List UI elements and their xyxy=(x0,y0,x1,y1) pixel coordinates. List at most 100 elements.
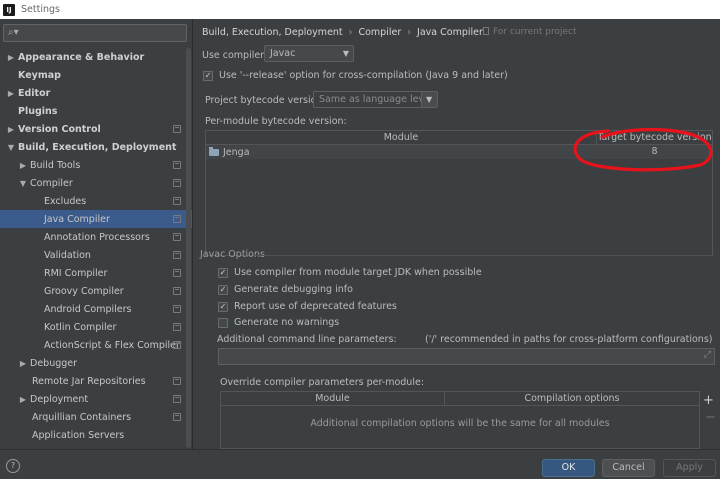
search-icon: ⌕▾ xyxy=(8,27,19,38)
expand-right-icon[interactable]: ▶ xyxy=(18,359,28,368)
project-settings-icon xyxy=(173,233,181,241)
breadcrumb-separator: › xyxy=(348,27,353,38)
sidebar-item-label: Plugins xyxy=(18,105,58,117)
additional-params-input[interactable]: ⤢ xyxy=(218,348,715,365)
sidebar-item[interactable]: ▶ Debugger xyxy=(0,354,192,372)
bytecode-version-label: Project bytecode version: xyxy=(205,95,326,106)
sidebar-item[interactable]: Annotation Processors xyxy=(0,228,192,246)
release-option-label: Use '--release' option for cross-compila… xyxy=(219,70,508,81)
search-input[interactable]: ⌕▾ xyxy=(3,24,187,42)
sidebar-item-label: Compiler xyxy=(30,177,73,189)
column-header-module[interactable]: Module xyxy=(221,392,445,405)
breadcrumb: Build, Execution, Deployment › Compiler … xyxy=(202,27,483,38)
apply-button[interactable]: Apply xyxy=(663,459,716,477)
sidebar-item[interactable]: Application Servers xyxy=(0,426,192,444)
module-cell: Jenga xyxy=(206,145,597,159)
sidebar-item-label: Application Servers xyxy=(32,429,125,441)
section-divider xyxy=(254,255,714,256)
bytecode-version-value: Same as language level xyxy=(319,94,433,105)
sidebar-item[interactable]: Groovy Compiler xyxy=(0,282,192,300)
column-header-compilation-options[interactable]: Compilation options xyxy=(445,392,699,405)
module-folder-icon xyxy=(209,146,219,156)
project-settings-icon xyxy=(173,377,181,385)
project-settings-icon xyxy=(173,179,181,187)
expand-right-icon[interactable]: ▶ xyxy=(18,161,28,170)
column-header-module[interactable]: Module xyxy=(206,131,597,144)
bytecode-version-dropdown[interactable]: Same as language level ▼ xyxy=(313,91,438,108)
sidebar-item[interactable]: ▼ Build, Execution, Deployment xyxy=(0,138,192,156)
deprecated-checkbox[interactable]: ✓ Report use of deprecated features xyxy=(218,301,397,312)
sidebar-item[interactable]: ▶ Version Control xyxy=(0,120,192,138)
dropdown-button: ▼ xyxy=(421,92,437,107)
expand-right-icon[interactable]: ▶ xyxy=(6,89,16,98)
expand-right-icon[interactable]: ▶ xyxy=(6,125,16,134)
sidebar-item-label: Appearance & Behavior xyxy=(18,51,145,63)
sidebar-item[interactable]: Plugins xyxy=(0,102,192,120)
project-settings-icon xyxy=(173,161,181,169)
sidebar-item-label: RMI Compiler xyxy=(44,267,108,279)
expand-right-icon[interactable]: ▶ xyxy=(18,395,28,404)
sidebar-item-label: Editor xyxy=(18,87,51,99)
expand-down-icon[interactable]: ▼ xyxy=(6,143,16,152)
sidebar-item[interactable]: Kotlin Compiler xyxy=(0,318,192,336)
project-settings-icon xyxy=(173,251,181,259)
checkbox-checked-icon: ✓ xyxy=(203,70,213,81)
deprecated-label: Report use of deprecated features xyxy=(234,301,397,312)
red-circle-annotation xyxy=(573,127,713,172)
sidebar-item[interactable]: Keymap xyxy=(0,66,192,84)
window-title: Settings xyxy=(21,4,60,15)
empty-table-text: Additional compilation options will be t… xyxy=(310,418,610,429)
sidebar-item[interactable]: ▶ Appearance & Behavior xyxy=(0,48,192,66)
settings-sidebar: ⌕▾ ▶ Appearance & Behavior Keymap ▶ Editor Pl… xyxy=(0,19,193,449)
use-compiler-dropdown[interactable]: Javac ▼ xyxy=(264,45,354,62)
settings-tree: ▶ Appearance & Behavior Keymap ▶ Editor Plugi… xyxy=(0,48,192,444)
checkbox-checked-icon: ✓ xyxy=(218,301,228,312)
ok-button[interactable]: OK xyxy=(542,459,595,477)
sidebar-item[interactable]: ▼ Compiler xyxy=(0,174,192,192)
debug-info-label: Generate debugging info xyxy=(234,284,353,295)
sidebar-item[interactable]: ▶ Deployment xyxy=(0,390,192,408)
sidebar-item-label: Debugger xyxy=(30,357,78,369)
expand-right-icon[interactable]: ▶ xyxy=(6,53,16,62)
breadcrumb-item: Java Compiler xyxy=(417,27,483,38)
sidebar-item-label: Remote Jar Repositories xyxy=(32,375,146,387)
per-module-label: Per-module bytecode version: xyxy=(205,116,347,127)
project-settings-icon xyxy=(173,413,181,421)
project-settings-icon xyxy=(173,305,181,313)
expand-icon[interactable]: ⤢ xyxy=(704,350,711,360)
sidebar-item[interactable]: ▶ Editor xyxy=(0,84,192,102)
breadcrumb-item: Compiler xyxy=(358,27,402,38)
breadcrumb-separator: › xyxy=(407,27,412,38)
java-compiler-panel: Build, Execution, Deployment › Compiler … xyxy=(194,19,720,449)
override-label: Override compiler parameters per-module: xyxy=(220,377,425,388)
release-option-checkbox[interactable]: ✓ Use '--release' option for cross-compi… xyxy=(203,70,508,81)
debug-info-checkbox[interactable]: ✓ Generate debugging info xyxy=(218,284,353,295)
help-button[interactable]: ? xyxy=(6,459,20,473)
no-warnings-label: Generate no warnings xyxy=(234,317,340,328)
sidebar-item[interactable]: Excludes xyxy=(0,192,192,210)
sidebar-item[interactable]: Remote Jar Repositories xyxy=(0,372,192,390)
sidebar-item[interactable]: ▶ Build Tools xyxy=(0,156,192,174)
sidebar-item[interactable]: Android Compilers xyxy=(0,300,192,318)
sidebar-scrollbar[interactable] xyxy=(186,48,191,448)
sidebar-item[interactable]: Java Compiler xyxy=(0,210,192,228)
remove-icon[interactable]: − xyxy=(705,410,716,425)
cancel-button[interactable]: Cancel xyxy=(602,459,655,477)
use-module-jdk-checkbox[interactable]: ✓ Use compiler from module target JDK wh… xyxy=(218,267,482,278)
override-parameters-table[interactable]: Module Compilation options Additional co… xyxy=(220,391,700,449)
sidebar-item[interactable]: ActionScript & Flex Compiler xyxy=(0,336,192,354)
intellij-app-icon: IJ xyxy=(3,3,15,16)
add-icon[interactable]: + xyxy=(703,393,714,408)
project-settings-icon xyxy=(173,125,181,133)
expand-down-icon[interactable]: ▼ xyxy=(18,179,28,188)
additional-params-hint: ('/' recommended in paths for cross-plat… xyxy=(425,334,713,345)
sidebar-item-label: Annotation Processors xyxy=(44,231,150,243)
use-module-jdk-label: Use compiler from module target JDK when… xyxy=(234,267,482,278)
sidebar-item[interactable]: Arquillian Containers xyxy=(0,408,192,426)
checkbox-checked-icon: ✓ xyxy=(218,267,228,278)
module-name: Jenga xyxy=(223,146,250,158)
sidebar-item[interactable]: RMI Compiler xyxy=(0,264,192,282)
for-current-project-label: For current project xyxy=(483,27,577,37)
no-warnings-checkbox[interactable]: Generate no warnings xyxy=(218,317,339,328)
sidebar-item[interactable]: Validation xyxy=(0,246,192,264)
